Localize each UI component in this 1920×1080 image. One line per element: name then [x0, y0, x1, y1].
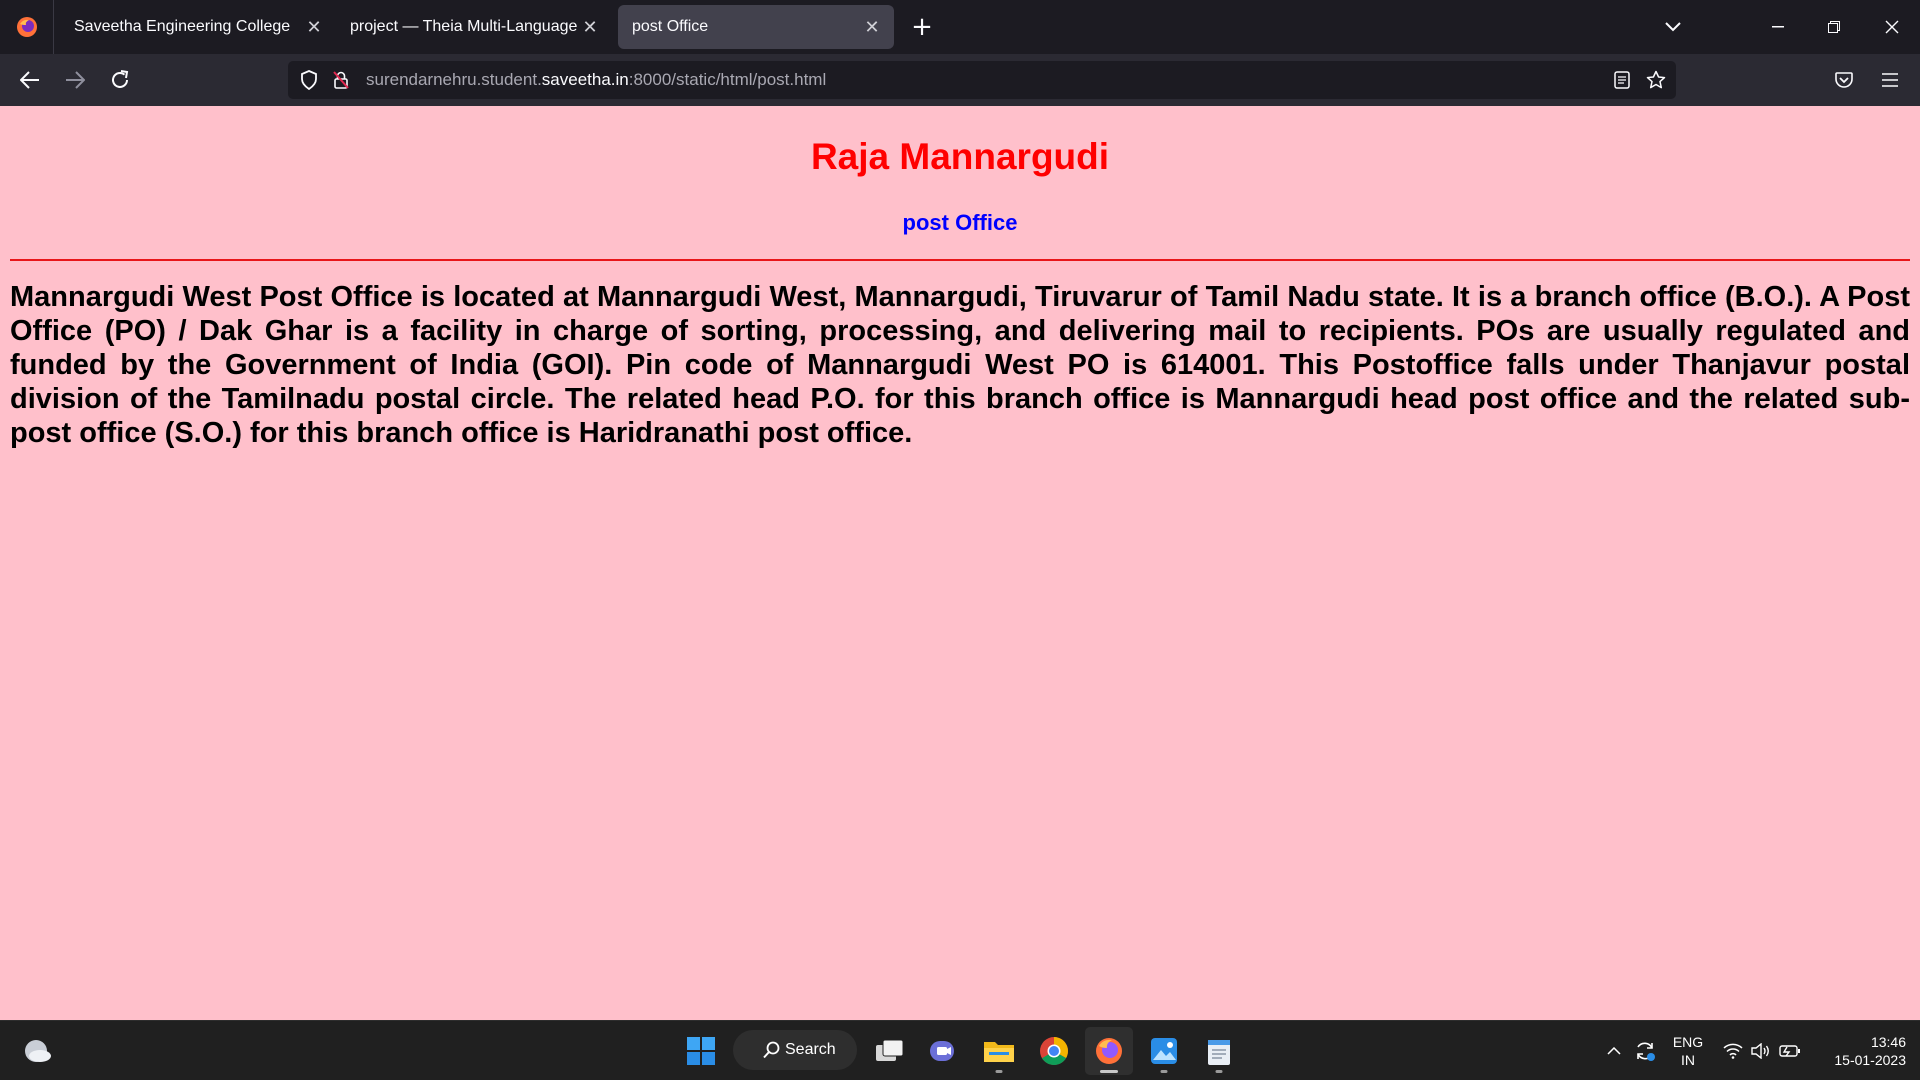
photos-icon[interactable] — [1140, 1027, 1188, 1075]
running-indicator — [1215, 1070, 1223, 1073]
list-all-tabs-chevron-icon[interactable] — [1656, 12, 1690, 42]
search-label: Search — [785, 1041, 836, 1058]
weather-widget-icon[interactable] — [14, 1027, 62, 1075]
tab-label: post Office — [632, 18, 709, 35]
tab-theia-project[interactable]: project — Theia Multi-Language Ex ✕ — [336, 5, 612, 49]
file-explorer-icon[interactable] — [975, 1027, 1023, 1075]
tab-label: Saveetha Engineering College — [74, 18, 291, 35]
forward-arrow-icon[interactable] — [57, 62, 93, 98]
url-domain: saveetha.in — [541, 70, 629, 89]
region-code: IN — [1681, 1052, 1695, 1068]
firefox-menu-icon[interactable] — [0, 0, 54, 54]
chrome-icon[interactable] — [1030, 1027, 1078, 1075]
clock[interactable]: 13:46 15-01-2023 — [1814, 1033, 1906, 1069]
clock-time: 13:46 — [1870, 1034, 1906, 1050]
address-bar[interactable]: surendarnehru.student.saveetha.in:8000/s… — [288, 61, 1676, 99]
task-view-icon[interactable] — [866, 1027, 914, 1075]
reader-view-icon[interactable] — [1611, 69, 1633, 91]
tab-strip: Saveetha Engineering College ✕ project —… — [0, 0, 1920, 54]
pocket-icon[interactable] — [1826, 62, 1862, 98]
running-indicator — [1160, 1070, 1168, 1073]
tab-close-icon[interactable]: ✕ — [304, 17, 324, 38]
firefox-icon[interactable] — [1085, 1027, 1133, 1075]
volume-icon[interactable] — [1748, 1027, 1774, 1075]
bookmark-star-icon[interactable] — [1645, 69, 1667, 91]
teams-chat-icon[interactable] — [920, 1027, 968, 1075]
url-suffix: :8000/static/html/post.html — [628, 70, 827, 89]
navigation-toolbar: surendarnehru.student.saveetha.in:8000/s… — [0, 54, 1920, 106]
page-title: Raja Mannargudi — [810, 136, 1110, 177]
back-arrow-icon[interactable] — [12, 62, 48, 98]
sync-icon[interactable] — [1630, 1027, 1660, 1075]
tab-saveetha[interactable]: Saveetha Engineering College ✕ — [60, 5, 336, 49]
url-text[interactable]: surendarnehru.student.saveetha.in:8000/s… — [366, 70, 826, 90]
taskbar-search[interactable]: Search — [733, 1030, 857, 1070]
show-hidden-icons-chevron-icon[interactable] — [1600, 1027, 1628, 1075]
tab-close-icon[interactable]: ✕ — [580, 17, 600, 38]
language-code: ENG — [1672, 1034, 1704, 1050]
url-prefix: surendarnehru.student. — [366, 70, 542, 89]
restore-icon[interactable] — [1806, 0, 1862, 54]
wifi-icon[interactable] — [1720, 1027, 1746, 1075]
running-indicator — [995, 1070, 1003, 1073]
hamburger-menu-icon[interactable] — [1872, 62, 1908, 98]
taskbar: Search ENG IN 13:46 15-01-2023 — [0, 1020, 1920, 1080]
search-icon — [763, 1041, 780, 1059]
shield-icon[interactable] — [298, 69, 320, 91]
minimize-icon[interactable] — [1750, 0, 1806, 54]
input-language[interactable]: ENG IN — [1668, 1033, 1708, 1069]
post-office-description: Mannargudi West Post Office is located a… — [10, 281, 1910, 449]
reload-icon[interactable] — [102, 62, 138, 98]
horizontal-rule — [10, 259, 1910, 261]
active-indicator — [1100, 1070, 1118, 1073]
new-tab-plus-icon[interactable]: + — [902, 7, 942, 47]
page-subtitle: post Office — [902, 210, 1018, 235]
start-icon[interactable] — [677, 1027, 725, 1075]
clock-date: 15-01-2023 — [1834, 1052, 1906, 1068]
tab-label: project — Theia Multi-Language Ex — [350, 18, 580, 35]
tab-post-office[interactable]: post Office ✕ — [618, 5, 894, 49]
web-page: Raja Mannargudi post Office Mannargudi W… — [0, 106, 1920, 1020]
battery-icon[interactable] — [1776, 1027, 1804, 1075]
notepad-icon[interactable] — [1195, 1027, 1243, 1075]
close-window-icon[interactable] — [1864, 0, 1920, 54]
insecure-lock-icon[interactable] — [330, 69, 352, 91]
tab-close-icon[interactable]: ✕ — [862, 17, 882, 38]
